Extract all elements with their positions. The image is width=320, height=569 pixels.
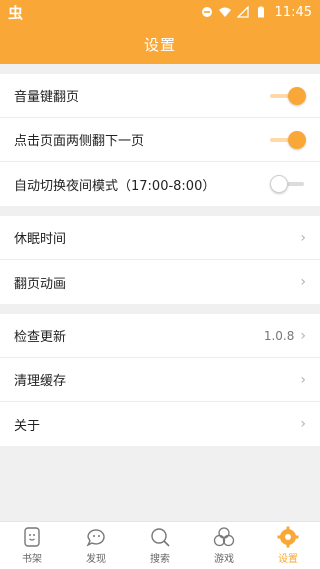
- setting-sleep-time[interactable]: 休眠时间 ›: [0, 216, 320, 260]
- setting-auto-night-mode[interactable]: 自动切换夜间模式（17:00-8:00）: [0, 162, 320, 206]
- chevron-right-icon: ›: [300, 274, 306, 290]
- settings-group-reading: 音量键翻页 点击页面两侧翻下一页 自动切换夜间模式（17:00-8:00）: [0, 74, 320, 206]
- app-logo-icon: 虫: [8, 3, 24, 22]
- nav-label: 搜索: [150, 554, 170, 565]
- chevron-right-icon: ›: [300, 416, 306, 432]
- title-bar: 设置: [0, 24, 320, 64]
- setting-label: 翻页动画: [14, 276, 67, 292]
- setting-tap-sides-page-turn[interactable]: 点击页面两侧翻下一页: [0, 118, 320, 162]
- setting-label: 检查更新: [14, 330, 67, 345]
- setting-clear-cache[interactable]: 清理缓存 ›: [0, 358, 320, 402]
- settings-gear-icon: [277, 526, 299, 548]
- signal-icon: [236, 6, 249, 18]
- status-bar: 虫 11:45: [0, 0, 320, 24]
- search-icon: [151, 528, 170, 547]
- settings-list: 音量键翻页 点击页面两侧翻下一页 自动切换夜间模式（17:00-8:00） 休眠…: [0, 64, 320, 446]
- status-icons: 11:45: [201, 5, 312, 20]
- setting-label: 点击页面两侧翻下一页: [14, 134, 145, 149]
- nav-label: 书架: [22, 554, 42, 565]
- clock: 11:45: [274, 4, 312, 20]
- version-value: 1.0.8: [263, 328, 295, 343]
- nav-games[interactable]: 游戏: [192, 522, 256, 569]
- setting-label: 关于: [14, 418, 41, 434]
- nav-bookshelf[interactable]: 书架: [0, 522, 64, 569]
- nav-discover[interactable]: 发现: [64, 522, 128, 569]
- settings-group-display: 休眠时间 › 翻页动画 ›: [0, 216, 320, 304]
- nav-search[interactable]: 搜索: [128, 522, 192, 569]
- setting-label: 自动切换夜间模式（17:00-8:00）: [14, 178, 216, 194]
- night-mode-toggle[interactable]: [270, 175, 306, 193]
- wifi-icon: [218, 7, 231, 17]
- bottom-navigation: 书架 发现 搜索 游戏 设置: [0, 521, 320, 569]
- setting-label: 休眠时间: [14, 232, 67, 247]
- page-title: 设置: [143, 35, 176, 54]
- bookshelf-icon: [24, 527, 40, 547]
- chevron-right-icon: ›: [300, 371, 306, 388]
- nav-label: 发现: [86, 554, 106, 565]
- volume-key-toggle[interactable]: [270, 86, 306, 105]
- chevron-right-icon: ›: [300, 229, 306, 246]
- chevron-right-icon: ›: [300, 327, 306, 344]
- settings-group-app: 检查更新 1.0.8 › 清理缓存 › 关于 ›: [0, 314, 320, 446]
- setting-label: 音量键翻页: [14, 90, 80, 105]
- nav-settings[interactable]: 设置: [256, 522, 320, 569]
- setting-page-animation[interactable]: 翻页动画 ›: [0, 260, 320, 304]
- nav-label: 游戏: [214, 554, 234, 565]
- tap-sides-toggle[interactable]: [270, 130, 306, 149]
- nav-label: 设置: [278, 554, 298, 565]
- discover-icon: [86, 529, 105, 547]
- setting-volume-key-page-turn[interactable]: 音量键翻页: [0, 74, 320, 118]
- setting-label: 清理缓存: [14, 374, 67, 389]
- setting-check-update[interactable]: 检查更新 1.0.8 ›: [0, 314, 320, 358]
- setting-about[interactable]: 关于 ›: [0, 402, 320, 446]
- block-icon: [201, 7, 212, 17]
- games-icon: [213, 527, 235, 547]
- battery-icon: [257, 6, 264, 18]
